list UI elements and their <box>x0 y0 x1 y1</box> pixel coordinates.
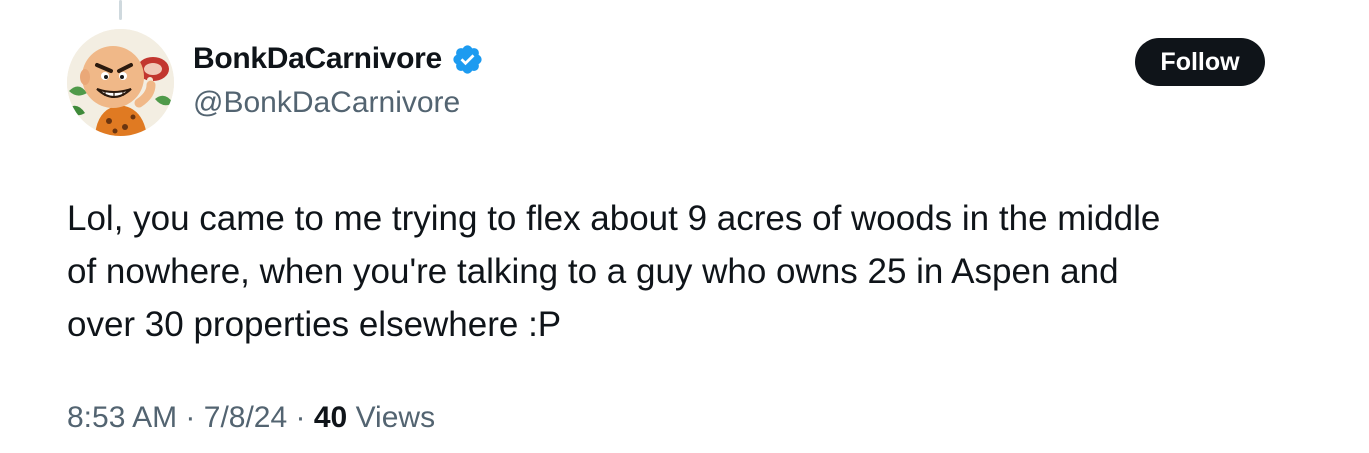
views-count: 40 <box>313 401 348 434</box>
meta-separator: · <box>185 401 196 434</box>
meta-separator: · <box>295 401 306 434</box>
tweet-date[interactable]: 7/8/24 <box>204 401 287 435</box>
author-display-name[interactable]: BonkDaCarnivore <box>193 42 442 76</box>
author-name-row: BonkDaCarnivore <box>193 42 484 76</box>
avatar[interactable] <box>67 29 174 136</box>
views-label: Views <box>355 401 436 434</box>
tweet-time[interactable]: 8:53 AM <box>67 401 177 435</box>
views-label-wrap: Views <box>347 401 435 435</box>
cartoon-caveman-avatar-icon <box>67 29 174 136</box>
follow-button[interactable]: Follow <box>1135 38 1265 86</box>
verified-badge-icon <box>453 44 482 74</box>
tweet-meta: 8:53 AM · 7/8/24 · 40 Views <box>67 401 435 435</box>
author-handle[interactable]: @BonkDaCarnivore <box>193 86 460 120</box>
thread-connector-line <box>119 0 122 20</box>
tweet-text: Lol, you came to me trying to flex about… <box>67 199 1161 344</box>
